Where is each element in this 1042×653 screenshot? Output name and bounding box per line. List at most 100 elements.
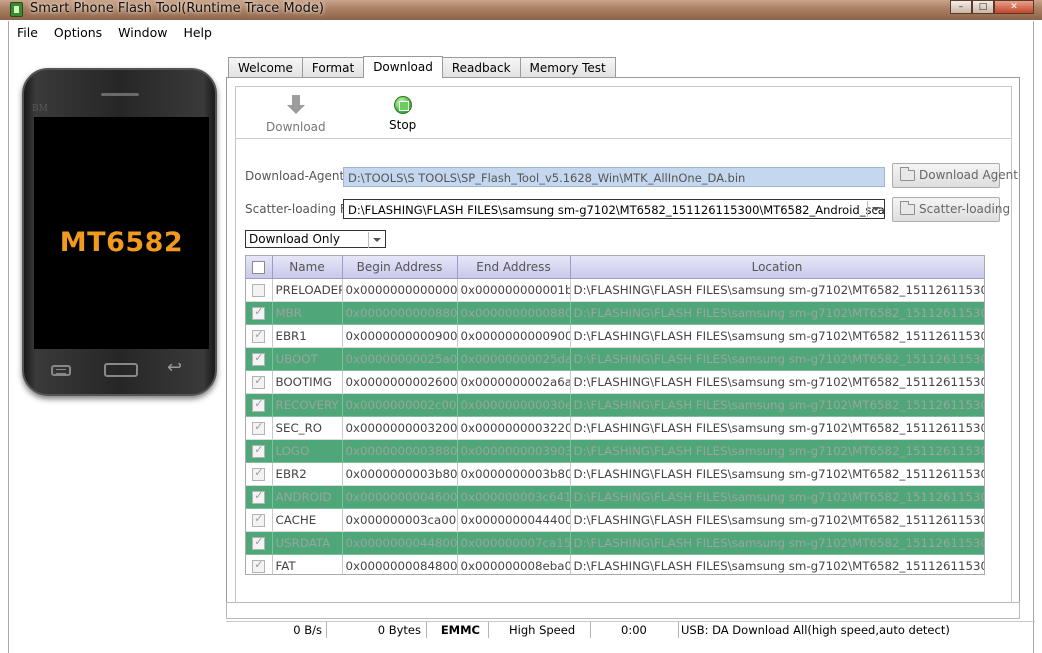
table-row[interactable]: SEC_RO0x00000000032000000x0000000003220f… [246, 416, 984, 440]
partition-table: Name Begin Address End Address Location … [245, 255, 985, 575]
status-bar: 0 B/s 0 Bytes EMMC High Speed 0:00 USB: … [226, 621, 1035, 638]
column-begin-address[interactable]: Begin Address [342, 256, 458, 279]
table-row[interactable]: CACHE0x000000003ca000000x0000000044400ff… [246, 508, 984, 532]
menu-key-icon [51, 365, 71, 376]
table-row[interactable]: RECOVERY0x0000000002c000000x000000000030… [246, 393, 984, 417]
row-checkbox-cell[interactable] [246, 393, 273, 417]
row-checkbox[interactable] [252, 397, 266, 412]
cell-location: D:\FLASHING\FLASH FILES\samsung sm-g7102… [570, 393, 984, 417]
row-checkbox-cell[interactable] [246, 462, 273, 486]
menu-window[interactable]: Window [110, 23, 175, 43]
column-end-address[interactable]: End Address [457, 256, 571, 279]
cell-location: D:\FLASHING\FLASH FILES\samsung sm-g7102… [570, 370, 984, 394]
tab-memory-test[interactable]: Memory Test [519, 57, 616, 78]
table-row[interactable]: USRDATA0x00000000448000000x000000007ca15… [246, 531, 984, 555]
row-checkbox[interactable] [252, 351, 266, 366]
row-checkbox[interactable] [252, 305, 266, 320]
row-checkbox[interactable] [252, 535, 266, 550]
scatter-loading-button[interactable]: Scatter-loading [892, 197, 1010, 222]
row-checkbox[interactable] [252, 489, 266, 504]
cell-end-address: 0x0000000000900fff [457, 324, 571, 348]
cell-end-address: 0x000000003c641fff [457, 485, 571, 509]
cell-location: D:\FLASHING\FLASH FILES\samsung sm-g7102… [570, 278, 984, 302]
download-button[interactable]: Download [266, 95, 326, 134]
stop-button[interactable]: Stop [389, 95, 416, 132]
column-location[interactable]: Location [570, 256, 984, 279]
row-checkbox[interactable] [252, 374, 266, 389]
cell-begin-address: 0x0000000002600000 [342, 370, 458, 394]
client-area: File Options Window Help BM MT6582 ↩ Wel… [8, 21, 1035, 653]
cell-end-address: 0x0000000003b80fff [457, 462, 571, 486]
cell-location: D:\FLASHING\FLASH FILES\samsung sm-g7102… [570, 301, 984, 325]
table-row[interactable]: BOOTIMG0x00000000026000000x0000000002a6a… [246, 370, 984, 394]
table-row[interactable]: UBOOT0x00000000025a00000x00000000025daff… [246, 347, 984, 371]
row-checkbox-cell[interactable] [246, 301, 273, 325]
cell-end-address: 0x000000007ca15fff [457, 531, 571, 555]
cell-name: EBR1 [272, 324, 343, 348]
row-checkbox[interactable] [252, 466, 266, 481]
menu-options[interactable]: Options [46, 23, 110, 43]
stop-circle-icon [393, 96, 412, 114]
download-mode-select[interactable]: Download Only [245, 230, 386, 248]
phone-brand: BM [32, 104, 48, 114]
row-checkbox-cell[interactable] [246, 439, 273, 463]
title-bar[interactable]: Smart Phone Flash Tool(Runtime Trace Mod… [0, 0, 1042, 20]
cell-begin-address: 0x0000000003b80000 [342, 462, 458, 486]
menu-file[interactable]: File [9, 23, 46, 43]
tab-format[interactable]: Format [301, 57, 365, 78]
download-panel: Download Stop Download-Agent D:\TOOLS\S … [226, 77, 1020, 611]
row-checkbox-cell[interactable] [246, 531, 273, 555]
cell-location: D:\FLASHING\FLASH FILES\samsung sm-g7102… [570, 508, 984, 532]
chevron-down-icon[interactable] [368, 232, 384, 248]
table-header-row: Name Begin Address End Address Location [246, 256, 984, 279]
window-title: Smart Phone Flash Tool(Runtime Trace Mod… [30, 1, 324, 16]
download-agent-button[interactable]: Download Agent [892, 163, 1018, 188]
cell-end-address: 0x0000000044400fff [457, 508, 571, 532]
cell-begin-address: 0x0000000004600000 [342, 485, 458, 509]
cell-end-address: 0x0000000002a6afff [457, 370, 571, 394]
cell-begin-address: 0x0000000000880000 [342, 301, 458, 325]
row-checkbox[interactable] [252, 328, 266, 343]
tab-welcome[interactable]: Welcome [228, 57, 303, 78]
table-row[interactable]: ANDROID0x00000000046000000x000000003c641… [246, 485, 984, 509]
table-body: PRELOADER0x00000000000000000x00000000000… [246, 278, 984, 574]
table-row[interactable]: EBR20x0000000003b800000x0000000003b80fff… [246, 462, 984, 486]
select-all-checkbox-cell[interactable] [246, 256, 273, 279]
chevron-down-icon[interactable] [867, 201, 883, 217]
scatter-file-value: D:\FLASHING\FLASH FILES\samsung sm-g7102… [348, 203, 885, 217]
row-checkbox-cell[interactable] [246, 370, 273, 394]
scatter-file-combo[interactable]: D:\FLASHING\FLASH FILES\samsung sm-g7102… [343, 199, 885, 219]
table-row[interactable]: FAT0x00000000848000000x000000008eba0fffD… [246, 554, 984, 574]
row-checkbox[interactable] [252, 420, 266, 435]
table-row[interactable]: LOGO0x00000000038800000x0000000003903fff… [246, 439, 984, 463]
close-icon[interactable]: ✕ [994, 0, 1034, 14]
download-agent-field[interactable]: D:\TOOLS\S TOOLS\SP_Flash_Tool_v5.1628_W… [343, 167, 885, 187]
status-mode: High Speed [489, 622, 591, 638]
minimize-icon[interactable]: – [950, 0, 972, 14]
cell-location: D:\FLASHING\FLASH FILES\samsung sm-g7102… [570, 347, 984, 371]
row-checkbox-cell[interactable] [246, 278, 273, 302]
cell-location: D:\FLASHING\FLASH FILES\samsung sm-g7102… [570, 485, 984, 509]
row-checkbox-cell[interactable] [246, 416, 273, 440]
row-checkbox-cell[interactable] [246, 554, 273, 574]
row-checkbox-cell[interactable] [246, 324, 273, 348]
menu-help[interactable]: Help [175, 23, 220, 43]
row-checkbox-cell[interactable] [246, 485, 273, 509]
tab-download[interactable]: Download [363, 56, 443, 78]
maximize-icon[interactable]: □ [972, 0, 994, 14]
back-key-icon: ↩ [167, 357, 183, 378]
table-row[interactable]: MBR0x00000000008800000x0000000000880fffD… [246, 301, 984, 325]
row-checkbox[interactable] [252, 558, 266, 573]
select-all-checkbox[interactable] [252, 260, 266, 274]
column-name[interactable]: Name [272, 256, 343, 279]
cell-location: D:\FLASHING\FLASH FILES\samsung sm-g7102… [570, 324, 984, 348]
row-checkbox[interactable] [252, 512, 266, 527]
table-row[interactable]: EBR10x00000000009000000x0000000000900fff… [246, 324, 984, 348]
cell-end-address: 0x000000000001ba1f [457, 278, 571, 302]
row-checkbox[interactable] [252, 283, 266, 297]
row-checkbox-cell[interactable] [246, 508, 273, 532]
row-checkbox-cell[interactable] [246, 347, 273, 371]
row-checkbox[interactable] [252, 443, 266, 458]
table-row[interactable]: PRELOADER0x00000000000000000x00000000000… [246, 278, 984, 302]
tab-readback[interactable]: Readback [441, 57, 521, 78]
